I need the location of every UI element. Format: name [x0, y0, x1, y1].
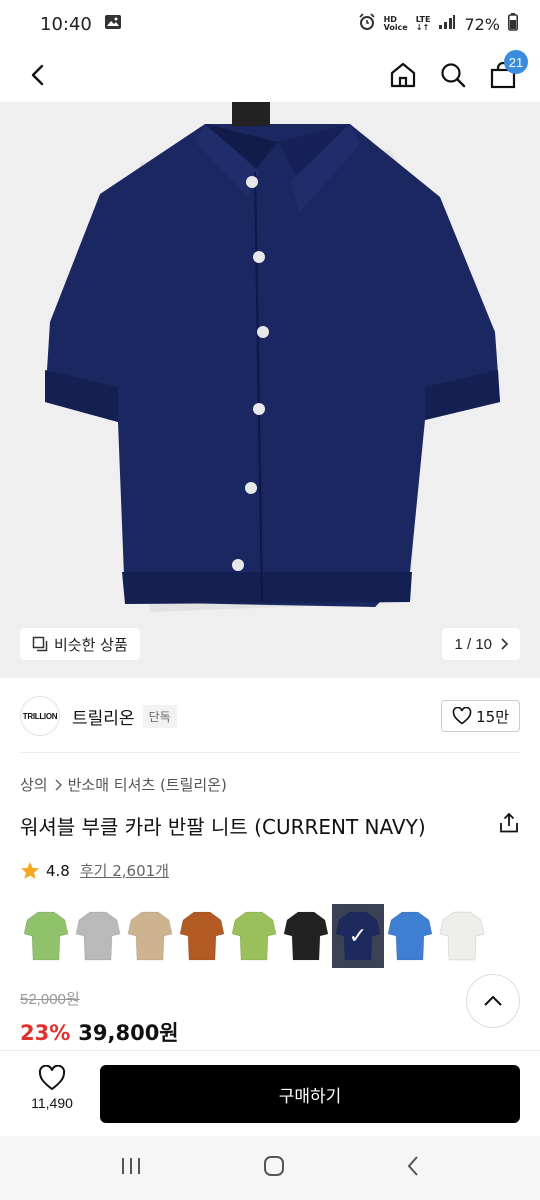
home-circle-icon [263, 1156, 284, 1176]
similar-products-button[interactable]: 비슷한 상품 [20, 628, 140, 660]
system-nav-bar [0, 1136, 540, 1200]
clock: 10:40 [40, 13, 92, 35]
original-price: 52,000원 [20, 991, 80, 1008]
product-title: 워셔블 부클 카라 반팔 니트 (CURRENT NAVY) [20, 814, 426, 839]
home-system-button[interactable] [263, 1155, 285, 1181]
brand-like-count: 15만 [476, 707, 509, 726]
status-bar: 10:40 HD Voice LTE ↓↑ 72% [0, 0, 540, 48]
hd-voice-indicator: HD Voice [383, 15, 408, 32]
swatch-shirt-gray [75, 911, 121, 961]
color-swatches: ✓ [20, 904, 488, 968]
home-icon [390, 62, 416, 88]
sale-price: 39,800원 [78, 1021, 179, 1045]
breadcrumb-category[interactable]: 상의 [20, 774, 48, 795]
selected-check-icon: ✓ [348, 923, 368, 949]
brand-name[interactable]: 트릴리온 [72, 704, 135, 729]
rating-value: 4.8 [46, 861, 70, 880]
breadcrumb-subcategory[interactable]: 반소매 티셔츠 (트릴리온) [68, 774, 227, 795]
chevron-right-icon [55, 778, 62, 791]
chevron-left-icon [31, 64, 44, 86]
signal-icon [438, 14, 456, 34]
divider [20, 752, 520, 753]
heart-icon [38, 1065, 66, 1091]
cart-count-badge: 21 [504, 50, 528, 74]
brand-logo[interactable]: TRILLION [20, 696, 60, 736]
lte-indicator: LTE ↓↑ [415, 15, 431, 32]
similar-items-icon [32, 636, 48, 652]
color-swatch-green[interactable] [228, 904, 280, 968]
swatch-shirt-beige [127, 911, 173, 961]
product-image-carousel[interactable]: 비슷한 상품 1 / 10 [0, 102, 540, 678]
purchase-action-bar: 11,490 구매하기 [0, 1050, 540, 1136]
heart-icon [452, 707, 472, 725]
scroll-to-top-button[interactable] [466, 974, 520, 1028]
swatch-shirt-brown [179, 911, 225, 961]
battery-icon [508, 13, 518, 35]
wishlist-button[interactable]: 11,490 [20, 1065, 84, 1111]
battery-percent: 72% [464, 14, 500, 34]
top-nav: 21 [0, 48, 540, 102]
recent-apps-button[interactable] [120, 1156, 142, 1180]
price-block: 52,000원 23% 39,800원 [20, 988, 179, 1047]
home-button[interactable] [386, 58, 420, 92]
image-pager-text: 1 / 10 [454, 635, 492, 653]
chevron-up-icon [484, 995, 502, 1006]
back-button[interactable] [20, 57, 56, 93]
star-icon [21, 861, 39, 879]
buy-button[interactable]: 구매하기 [100, 1065, 520, 1123]
cart-button[interactable]: 21 [486, 50, 528, 92]
product-title-row: 워셔블 부클 카라 반팔 니트 (CURRENT NAVY) [20, 808, 520, 842]
color-swatch-lime[interactable] [20, 904, 72, 968]
alarm-icon [358, 13, 376, 35]
discount-rate: 23% [20, 1021, 71, 1045]
swatch-shirt-blue [387, 911, 433, 961]
color-swatch-blue[interactable] [384, 904, 436, 968]
exclusive-badge: 단독 [142, 704, 177, 728]
color-swatch-gray[interactable] [72, 904, 124, 968]
share-button[interactable] [498, 812, 520, 838]
color-swatch-beige[interactable] [124, 904, 176, 968]
similar-products-label: 비슷한 상품 [54, 635, 128, 654]
share-icon [500, 812, 518, 833]
swatch-shirt-black [283, 911, 329, 961]
recent-apps-icon [122, 1158, 141, 1174]
rating-row: 4.8 후기 2,601개 [20, 860, 169, 881]
brand-like-button[interactable]: 15만 [441, 700, 520, 732]
breadcrumb: 상의 반소매 티셔츠 (트릴리온) [20, 774, 227, 795]
brand-row: TRILLION 트릴리온 단독 15만 [0, 690, 540, 742]
gallery-notification-icon [104, 13, 122, 36]
swatch-shirt-lime [23, 911, 69, 961]
swatch-shirt-white [439, 911, 485, 961]
system-back-button[interactable] [406, 1155, 420, 1181]
color-swatch-white[interactable] [436, 904, 488, 968]
search-button[interactable] [436, 58, 470, 92]
color-swatch-brown[interactable] [176, 904, 228, 968]
review-link[interactable]: 후기 2,601개 [80, 860, 169, 881]
wishlist-count: 11,490 [31, 1095, 73, 1111]
image-pager-button[interactable]: 1 / 10 [442, 628, 520, 660]
product-image [45, 102, 500, 612]
search-icon [441, 63, 466, 88]
color-swatch-black[interactable] [280, 904, 332, 968]
chevron-right-icon [501, 638, 508, 650]
swatch-shirt-green [231, 911, 277, 961]
color-swatch-navy[interactable]: ✓ [332, 904, 384, 968]
back-arrow-icon [407, 1156, 418, 1176]
